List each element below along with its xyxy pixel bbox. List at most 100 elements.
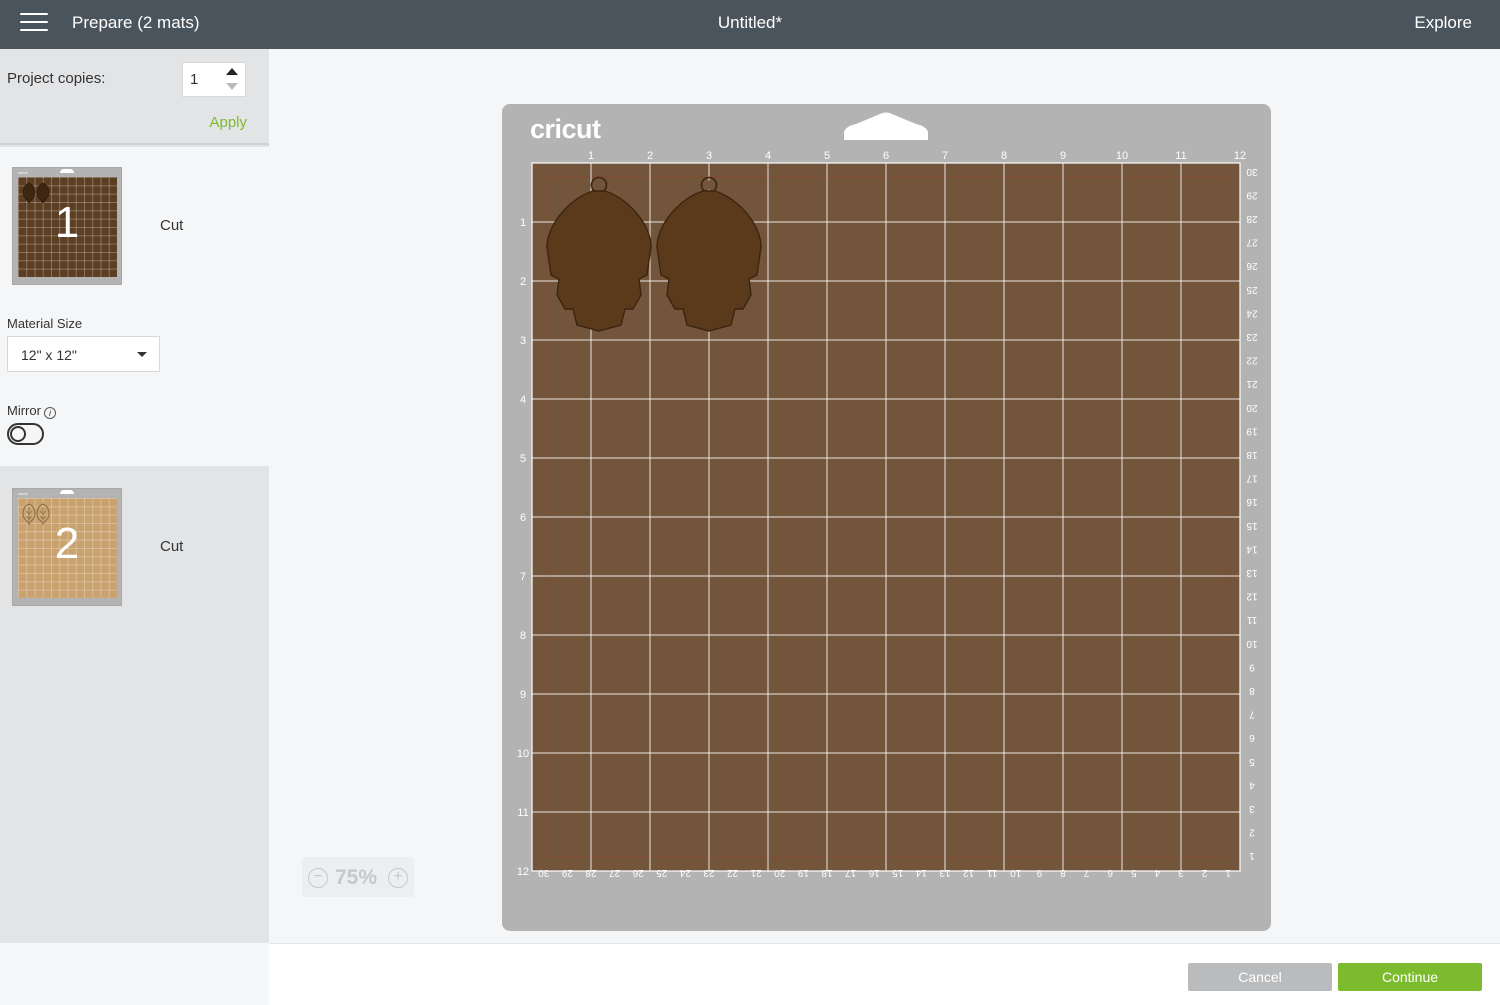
right-ruler-label: 4 [1249, 779, 1255, 790]
continue-button[interactable]: Continue [1338, 963, 1482, 991]
menu-icon[interactable] [20, 13, 48, 35]
top-ruler-label: 5 [824, 150, 830, 162]
bottom-ruler-label: 10 [1010, 867, 1022, 878]
decrement-arrow-icon[interactable] [226, 83, 238, 90]
bottom-ruler-label: 3 [1178, 867, 1184, 878]
zoom-out-button[interactable]: − [308, 868, 328, 888]
chevron-down-icon [137, 352, 147, 357]
bottom-ruler-label: 29 [561, 867, 573, 878]
mirror-label: Mirror i [7, 403, 56, 419]
bottom-ruler-label: 15 [892, 867, 904, 878]
left-ruler-label: 1 [520, 217, 526, 229]
left-ruler-label: 3 [520, 335, 526, 347]
top-ruler-label: 12 [1234, 150, 1246, 162]
bottom-ruler-label: 25 [656, 867, 668, 878]
bottom-ruler-label: 26 [632, 867, 644, 878]
bottom-ruler-label: 30 [538, 867, 550, 878]
right-ruler-label: 16 [1246, 496, 1258, 507]
right-ruler-label: 20 [1246, 402, 1258, 413]
mirror-toggle[interactable] [7, 423, 44, 445]
canvas-area: cricut 1 2 3 4 5 6 7 8 9 10 11 12 1 2 3 4 5 6 7 8 9 10 11 12 30 2… [269, 49, 1500, 943]
bottom-ruler-label: 11 [987, 867, 998, 878]
top-ruler-label: 9 [1060, 150, 1066, 162]
mat-2-thumbnail[interactable]: cricut 2 [12, 488, 122, 606]
right-ruler-label: 13 [1246, 567, 1258, 578]
right-ruler-label: 29 [1246, 189, 1258, 200]
left-ruler-label: 10 [517, 748, 529, 760]
right-ruler-label: 28 [1246, 213, 1258, 224]
left-ruler-label: 7 [520, 571, 526, 583]
right-ruler-label: 17 [1246, 473, 1258, 484]
bottom-ruler-label: 14 [915, 867, 927, 878]
bottom-ruler-label: 12 [963, 867, 975, 878]
right-ruler-label: 5 [1249, 756, 1255, 767]
top-ruler-label: 3 [706, 150, 712, 162]
top-ruler-label: 10 [1116, 150, 1128, 162]
bottom-ruler-label: 19 [797, 867, 809, 878]
mat-2-number: 2 [54, 519, 80, 568]
left-ruler-label: 8 [520, 630, 526, 642]
project-copies-value: 1 [190, 71, 199, 88]
bottom-ruler-label: 20 [774, 867, 786, 878]
mat-1-thumbnail[interactable]: cricut 1 [12, 167, 122, 285]
bottom-ruler-label: 9 [1036, 867, 1042, 878]
right-ruler-label: 21 [1246, 378, 1258, 389]
zoom-level: 75% [335, 866, 378, 889]
top-bar: Prepare (2 mats) Untitled* Explore [0, 0, 1500, 49]
info-icon[interactable]: i [43, 407, 56, 419]
right-ruler-label: 23 [1246, 331, 1258, 342]
footer-bar: Cancel Continue [269, 943, 1500, 1005]
bottom-ruler-label: 23 [703, 867, 715, 878]
mat-2-action: Cut [160, 538, 184, 555]
bottom-ruler-label: 1 [1225, 867, 1231, 878]
right-ruler-label: 14 [1246, 543, 1258, 554]
increment-arrow-icon[interactable] [226, 68, 238, 75]
right-ruler-label: 12 [1246, 591, 1258, 602]
zoom-control: − 75% + [302, 857, 414, 897]
cancel-button[interactable]: Cancel [1188, 963, 1332, 991]
right-ruler-label: 15 [1246, 520, 1258, 531]
mat-1-action: Cut [160, 217, 184, 234]
bottom-ruler-label: 21 [750, 867, 762, 878]
left-ruler-label: 11 [517, 807, 528, 819]
bottom-ruler-label: 8 [1060, 867, 1066, 878]
bottom-ruler-label: 28 [585, 867, 597, 878]
apply-button[interactable]: Apply [209, 114, 247, 131]
mat-thumb-notch [60, 490, 74, 494]
top-ruler-label: 6 [883, 150, 889, 162]
bottom-ruler-label: 22 [727, 867, 739, 878]
material-size-value: 12" x 12" [21, 347, 77, 363]
top-ruler-label: 2 [647, 150, 653, 162]
top-ruler-label: 11 [1175, 150, 1186, 162]
top-ruler-label: 4 [765, 150, 771, 162]
right-ruler-label: 24 [1246, 307, 1258, 318]
sidebar: Project copies: 1 Apply cricut 1 Cut Mat… [0, 49, 269, 943]
bottom-ruler-label: 4 [1154, 867, 1160, 878]
material-size-select[interactable]: 12" x 12" [7, 336, 160, 372]
mat-1-panel: cricut 1 Cut Material Size 12" x 12" Mir… [0, 147, 269, 466]
footer-sidebar-spacer [0, 943, 269, 1005]
zoom-in-button[interactable]: + [388, 868, 408, 888]
top-ruler-label: 7 [942, 150, 948, 162]
right-ruler-label: 22 [1246, 355, 1258, 366]
explore-selector[interactable]: Explore [1414, 13, 1472, 33]
bottom-ruler-label: 5 [1131, 867, 1137, 878]
right-ruler-label: 30 [1246, 166, 1258, 177]
right-ruler-label: 10 [1246, 638, 1258, 649]
prepare-title: Prepare (2 mats) [72, 13, 200, 32]
left-ruler-label: 4 [520, 394, 526, 406]
bottom-ruler-label: 13 [939, 867, 951, 878]
mat-2-panel: cricut 2 Cut [0, 466, 269, 943]
right-ruler-label: 6 [1249, 732, 1255, 743]
right-ruler-label: 7 [1249, 709, 1255, 720]
right-ruler-label: 3 [1249, 803, 1255, 814]
left-ruler-label: 5 [520, 453, 526, 465]
cutting-mat: cricut 1 2 3 4 5 6 7 8 9 10 11 12 1 2 3 4 5 6 7 8 9 10 11 12 30 2… [502, 104, 1271, 931]
bottom-ruler-label: 2 [1201, 867, 1207, 878]
material-size-label: Material Size [7, 316, 83, 331]
top-ruler-label: 8 [1001, 150, 1007, 162]
right-ruler-label: 25 [1246, 284, 1258, 295]
project-copies-input[interactable]: 1 [182, 62, 246, 97]
right-ruler-label: 11 [1246, 614, 1257, 625]
mirror-label-text: Mirror [7, 403, 41, 418]
